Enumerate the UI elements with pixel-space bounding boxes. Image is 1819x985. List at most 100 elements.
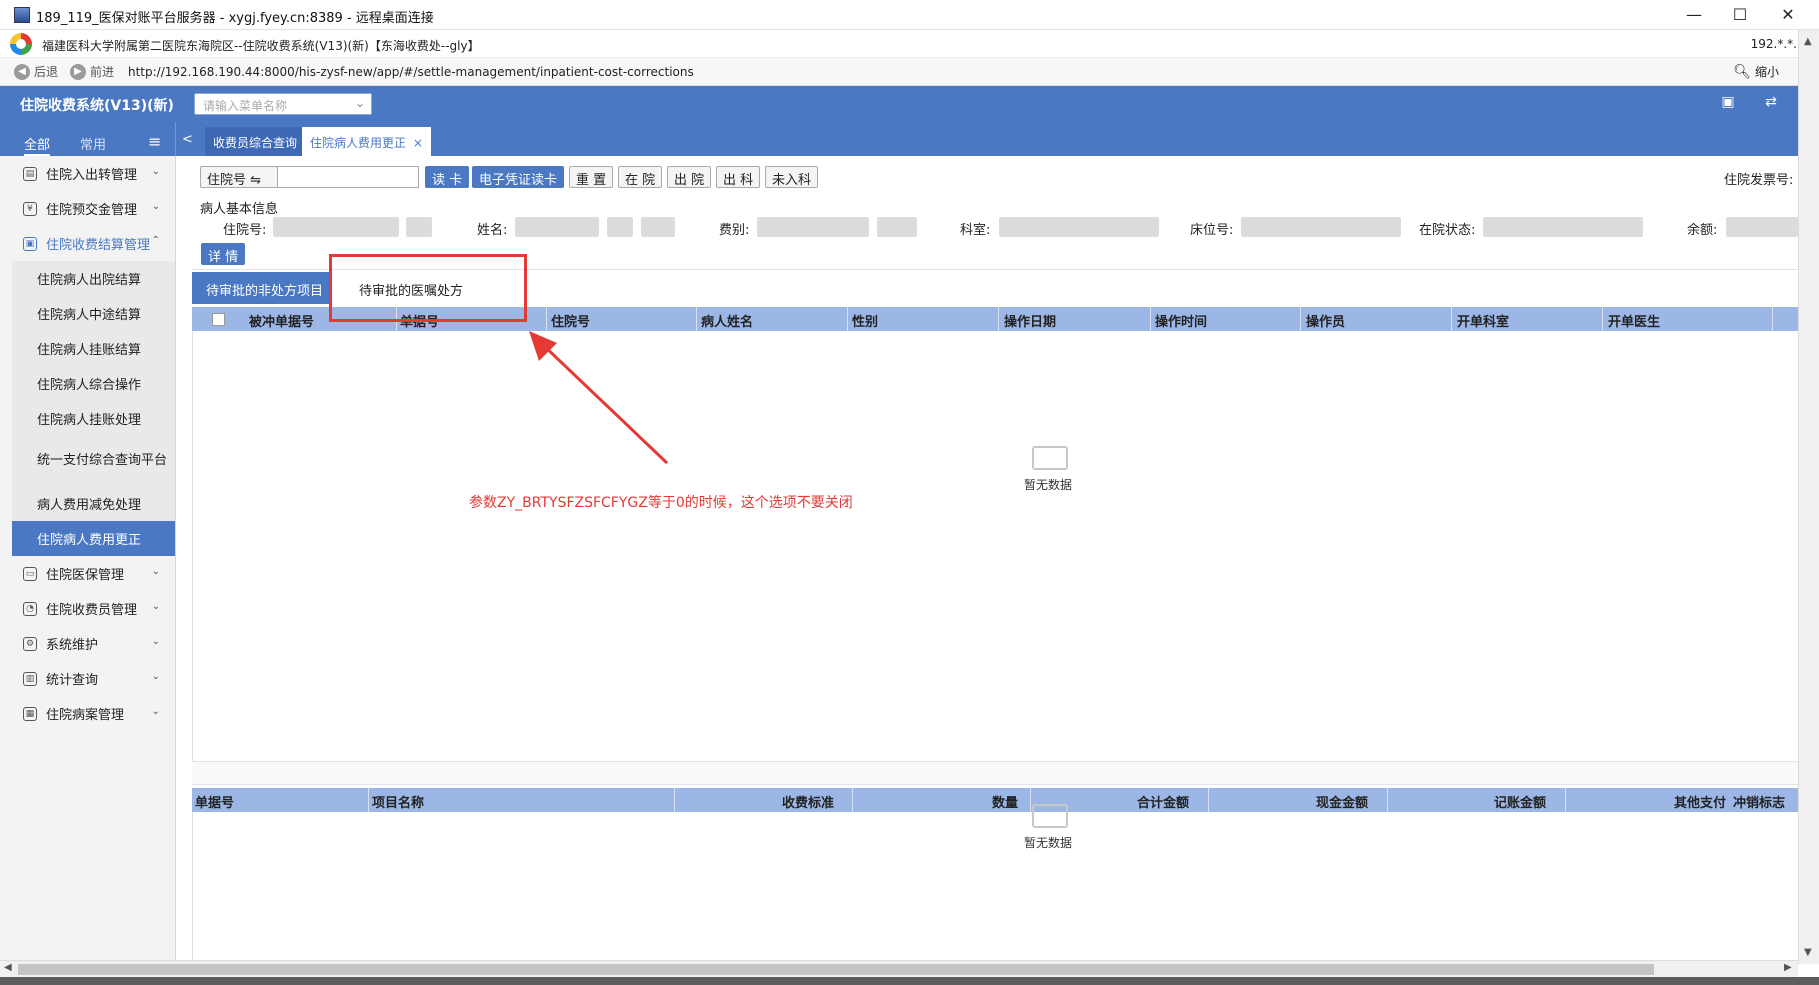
scroll-left-icon[interactable]: ◀ xyxy=(4,962,12,973)
close-icon[interactable]: × xyxy=(413,136,423,150)
sidebar-item-records[interactable]: ▦ 住院病案管理 ⌄ xyxy=(0,696,176,731)
tab-pending-non-prescription[interactable]: 待审批的非处方项目 xyxy=(192,272,330,304)
sidebar-subitem-unified-payment[interactable]: 统一支付综合查询平台 xyxy=(12,436,175,486)
screen-icon[interactable]: ▣ xyxy=(1718,94,1738,112)
scroll-right-icon[interactable]: ▶ xyxy=(1784,962,1792,973)
close-button[interactable]: ✕ xyxy=(1765,0,1811,30)
back-arrow-icon: ◀ xyxy=(14,63,30,80)
column-header[interactable]: 数量 xyxy=(992,792,1018,811)
sidebar-item-statistics[interactable]: ▥ 统计查询 ⌄ xyxy=(0,661,176,696)
divider xyxy=(1451,307,1452,331)
sidebar-subitem-credit-processing[interactable]: 住院病人挂账处理 xyxy=(12,401,175,436)
column-header[interactable]: 操作时间 xyxy=(1155,311,1207,330)
chevron-down-icon: ⌄ xyxy=(151,636,160,647)
divider xyxy=(1150,307,1151,331)
app-name: 住院收费系统(V13)(新) xyxy=(20,98,174,114)
hospital-logo-icon xyxy=(10,33,32,55)
detail-button[interactable]: 详 情 xyxy=(201,243,246,265)
sidebar-item-settlement[interactable]: ▣ 住院收费结算管理 ⌃ xyxy=(0,226,176,261)
empty-inbox-icon xyxy=(1032,446,1068,470)
column-header[interactable]: 被冲单据号 xyxy=(249,311,314,330)
sidebar-item-label: 住院收费结算管理 xyxy=(46,238,151,253)
not-in-dept-button[interactable]: 未入科 xyxy=(765,166,819,188)
sidebar-item-cashier[interactable]: ◔ 住院收费员管理 ⌄ xyxy=(0,591,176,626)
sidebar-subitem-midway-settlement[interactable]: 住院病人中途结算 xyxy=(12,296,175,331)
scroll-thumb[interactable] xyxy=(18,964,1654,975)
forward-label: 前进 xyxy=(90,65,115,79)
column-header[interactable]: 病人姓名 xyxy=(701,311,753,330)
taskbar-edge xyxy=(0,977,1819,985)
sidebar-subitem-combined-operation[interactable]: 住院病人综合操作 xyxy=(12,366,175,401)
sidebar-subitem-cost-correction[interactable]: 住院病人费用更正 xyxy=(12,521,175,556)
fee-type-extra xyxy=(877,217,917,237)
field-label: 床位号: xyxy=(1190,223,1234,238)
column-header[interactable]: 性别 xyxy=(852,311,878,330)
tab-label: 住院病人费用更正 xyxy=(310,136,407,150)
sidebar-item-insurance[interactable]: ▭ 住院医保管理 ⌄ xyxy=(0,556,176,591)
sidebar-menu-icon[interactable]: ≡ xyxy=(148,126,161,154)
id-type-select[interactable]: 住院号 ⇋ xyxy=(200,166,278,188)
zoom-out-button[interactable]: 🔍︎ 缩小 xyxy=(1733,63,1779,80)
id-input[interactable] xyxy=(277,166,419,188)
divider xyxy=(674,788,675,812)
column-header[interactable]: 操作员 xyxy=(1306,311,1345,330)
reset-button[interactable]: 重 置 xyxy=(569,166,614,188)
back-button[interactable]: ◀ 后退 xyxy=(14,63,58,80)
select-all-checkbox[interactable] xyxy=(212,313,225,326)
sidebar-item-deposit[interactable]: ¥ 住院预交金管理 ⌄ xyxy=(0,191,176,226)
divider xyxy=(696,307,697,331)
window-titlebar: 189_119_医保对账平台服务器 - xygj.fyey.cn:8389 - … xyxy=(0,0,1819,30)
column-header[interactable]: 冲销标志 xyxy=(1733,792,1785,811)
column-header[interactable]: 住院号 xyxy=(551,311,590,330)
statistics-icon: ▥ xyxy=(23,671,37,686)
discharged-button[interactable]: 出 院 xyxy=(667,166,712,188)
menu-search-input[interactable]: 请输入菜单名称 ⌄ xyxy=(194,93,372,115)
column-header[interactable]: 开单医生 xyxy=(1608,311,1660,330)
column-header[interactable]: 收费标准 xyxy=(782,792,834,811)
user-icon: ◔ xyxy=(23,601,37,616)
ip-address: 192.*.*. xyxy=(1750,37,1797,51)
switch-user-icon[interactable]: ⇄ xyxy=(1761,94,1781,112)
admission-icon: ▤ xyxy=(23,166,37,181)
divider xyxy=(852,788,853,812)
read-card-button[interactable]: 读 卡 xyxy=(425,166,470,188)
column-header[interactable]: 记账金额 xyxy=(1494,792,1546,811)
column-header[interactable]: 现金金额 xyxy=(1316,792,1368,811)
sidebar-subitem-credit-settlement[interactable]: 住院病人挂账结算 xyxy=(12,331,175,366)
sidebar-tab-common[interactable]: 常用 xyxy=(80,128,106,156)
column-header[interactable]: 项目名称 xyxy=(372,792,424,811)
e-voucher-read-button[interactable]: 电子凭证读卡 xyxy=(472,166,565,188)
in-hospital-button[interactable]: 在 院 xyxy=(618,166,663,188)
gear-icon: ⚙ xyxy=(23,636,37,651)
sidebar-item-label: 住院病案管理 xyxy=(46,708,125,723)
scroll-down-icon[interactable]: ▼ xyxy=(1804,947,1812,958)
sidebar-subitem-discharge-settlement[interactable]: 住院病人出院结算 xyxy=(12,261,175,296)
address-url[interactable]: http://192.168.190.44:8000/his-zysf-new/… xyxy=(128,65,694,79)
tab-cashier-query[interactable]: 收费员综合查询 xyxy=(205,127,306,156)
scroll-up-icon[interactable]: ▲ xyxy=(1804,36,1812,47)
vertical-scrollbar[interactable]: ▲ ▼ xyxy=(1798,30,1819,964)
out-of-dept-button[interactable]: 出 科 xyxy=(716,166,761,188)
column-header[interactable]: 开单科室 xyxy=(1457,311,1509,330)
tab-strip: 全部 常用 ≡ < 收费员综合查询 住院病人费用更正 × xyxy=(0,122,1798,156)
divider xyxy=(1208,788,1209,812)
collapse-icon[interactable]: < xyxy=(182,126,193,154)
column-header[interactable]: 操作日期 xyxy=(1004,311,1056,330)
sidebar-item-label: 住院收费员管理 xyxy=(46,603,138,618)
sidebar-tab-all[interactable]: 全部 xyxy=(24,128,51,156)
horizontal-scrollbar[interactable]: ◀ ▶ xyxy=(0,960,1798,977)
name-extra xyxy=(607,217,633,237)
maximize-button[interactable]: ☐ xyxy=(1717,0,1763,30)
back-label: 后退 xyxy=(34,65,59,79)
sidebar-subitem-fee-reduction[interactable]: 病人费用减免处理 xyxy=(12,486,175,521)
minimize-button[interactable]: — xyxy=(1671,0,1717,30)
forward-button[interactable]: ▶ 前进 xyxy=(70,63,114,80)
sidebar-item-admission[interactable]: ▤ 住院入出转管理 ⌄ xyxy=(0,156,176,191)
column-header[interactable]: 其他支付 xyxy=(1674,792,1726,811)
column-header[interactable]: 单据号 xyxy=(195,792,234,811)
dept-value xyxy=(999,217,1159,237)
column-header[interactable]: 合计金额 xyxy=(1137,792,1189,811)
sidebar-item-system[interactable]: ⚙ 系统维护 ⌄ xyxy=(0,626,176,661)
tab-cost-correction[interactable]: 住院病人费用更正 × xyxy=(302,127,431,156)
hospital-no-value xyxy=(273,217,399,237)
